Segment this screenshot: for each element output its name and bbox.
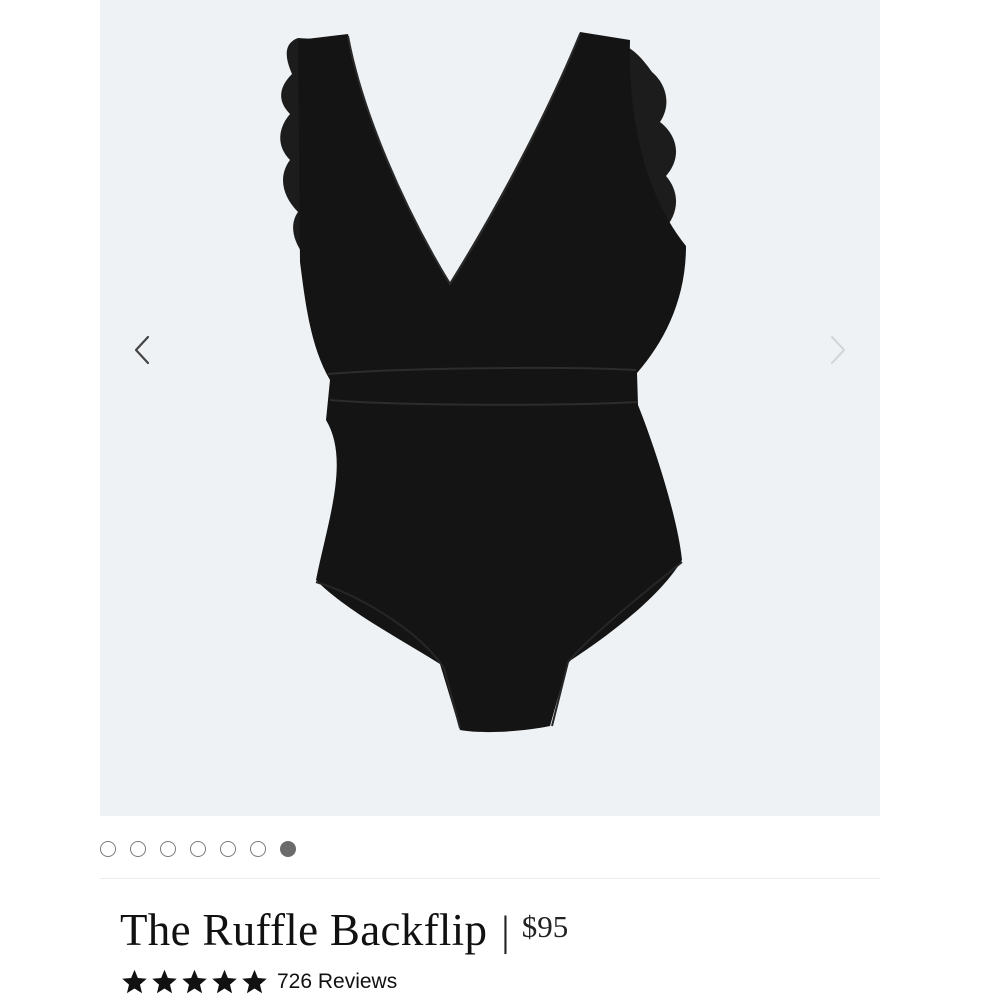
chevron-left-icon (134, 335, 150, 365)
reviews-link[interactable]: 726 Reviews (277, 970, 397, 994)
gallery-pagination (100, 838, 296, 860)
star-icon (242, 969, 267, 994)
star-icon (212, 969, 237, 994)
star-rating[interactable] (120, 968, 269, 996)
chevron-right-icon (831, 336, 845, 364)
star-icon (182, 969, 207, 994)
product-header: The Ruffle Backflip | $95 (120, 904, 568, 956)
gallery-dot[interactable] (250, 841, 266, 857)
rating-row: 726 Reviews (120, 968, 397, 996)
gallery-prev-button[interactable] (122, 330, 162, 370)
gallery-next-button[interactable] (818, 330, 858, 370)
gallery-dot[interactable] (160, 841, 176, 857)
star-icon (122, 969, 147, 994)
gallery-dot[interactable] (130, 841, 146, 857)
product-image-gallery[interactable] (100, 0, 880, 816)
product-image (280, 32, 686, 733)
product-price: $95 (521, 909, 569, 944)
gallery-dot[interactable] (100, 841, 116, 857)
product-title: The Ruffle Backflip (120, 905, 488, 955)
gallery-dot[interactable] (280, 841, 296, 857)
title-separator: | (501, 909, 510, 955)
star-icon (152, 969, 177, 994)
gallery-dot[interactable] (220, 841, 236, 857)
gallery-dot[interactable] (190, 841, 206, 857)
divider (100, 878, 880, 879)
